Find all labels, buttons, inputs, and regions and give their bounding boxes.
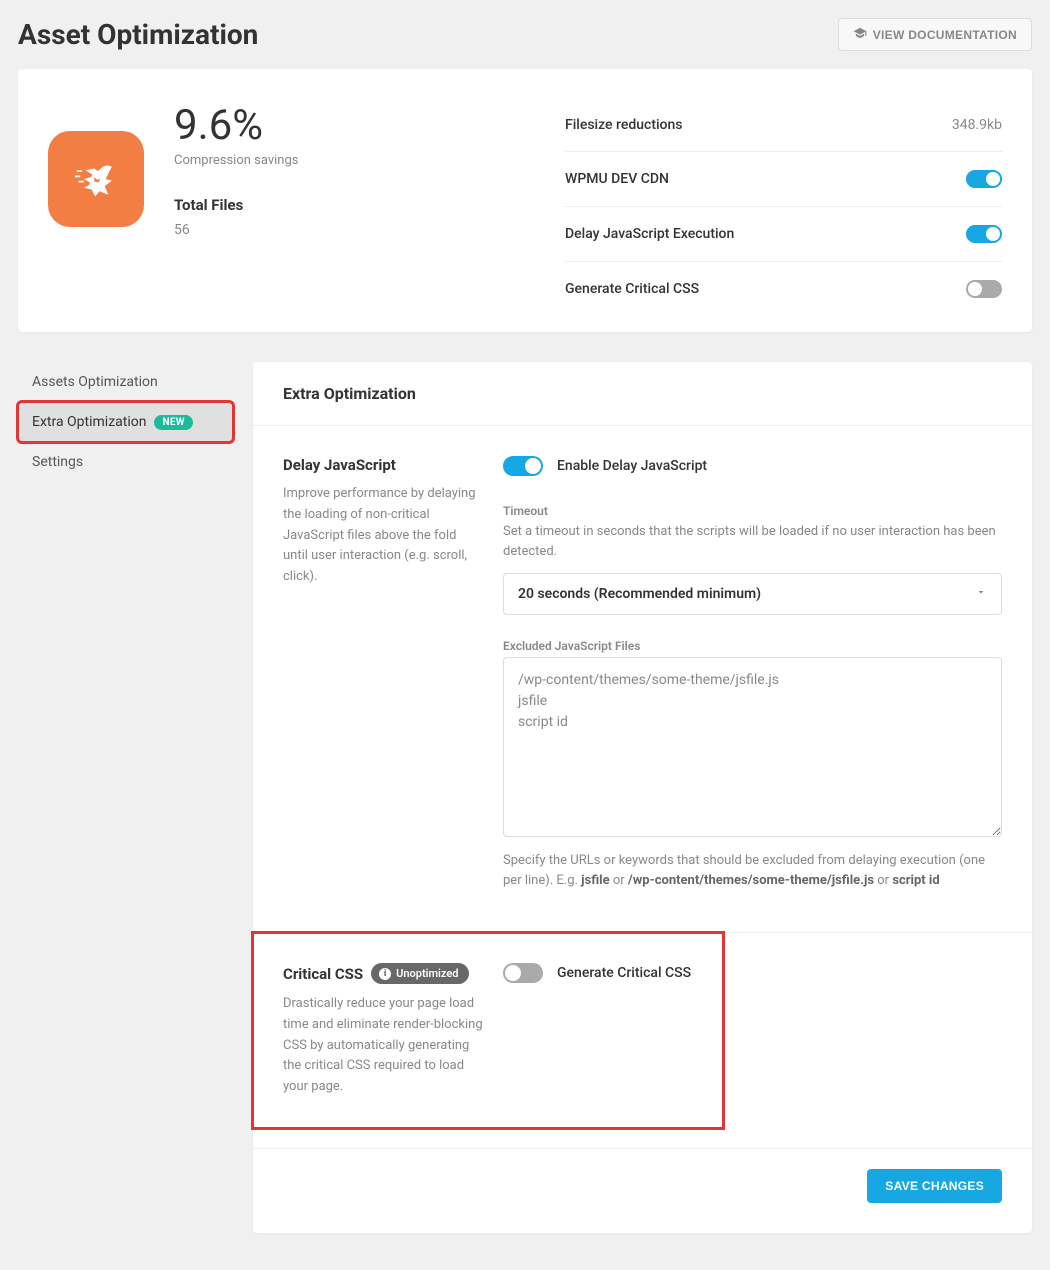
stat-value: 348.9kb [952, 117, 1002, 133]
new-badge: NEW [154, 415, 192, 430]
stat-row-filesize: Filesize reductions 348.9kb [565, 99, 1002, 152]
summary-card: 9.6% Compression savings Total Files 56 … [18, 69, 1032, 332]
unoptimized-badge: i Unoptimized [371, 963, 468, 984]
critical-css-desc: Drastically reduce your page load time a… [283, 994, 483, 1098]
doc-button-label: VIEW DOCUMENTATION [873, 28, 1017, 42]
delay-js-desc: Improve performance by delaying the load… [283, 484, 483, 588]
sidebar-item-label: Assets Optimization [32, 374, 158, 390]
info-icon: i [379, 968, 391, 980]
toggle-cdn[interactable] [966, 170, 1002, 188]
toggle-enable-delay-js[interactable] [503, 456, 543, 476]
compression-percent: 9.6% [174, 105, 298, 147]
sidebar-item-assets-optimization[interactable]: Assets Optimization [18, 362, 233, 402]
toggle-critical-css-summary[interactable] [966, 280, 1002, 298]
critical-css-title: Critical CSS [283, 965, 363, 983]
save-changes-button[interactable]: SAVE CHANGES [867, 1169, 1002, 1203]
sidebar-item-label: Extra Optimization [32, 414, 146, 430]
timeout-label: Timeout [503, 504, 1002, 518]
total-files-value: 56 [174, 222, 298, 238]
stat-row-delay-js: Delay JavaScript Execution [565, 207, 1002, 262]
excluded-files-textarea[interactable] [503, 657, 1002, 837]
stat-label: Delay JavaScript Execution [565, 226, 734, 242]
stat-row-cdn: WPMU DEV CDN [565, 152, 1002, 207]
excluded-label: Excluded JavaScript Files [503, 639, 1002, 653]
stat-label: Generate Critical CSS [565, 281, 699, 297]
setting-delay-js: Delay JavaScript Improve performance by … [253, 426, 1032, 933]
toggle-enable-delay-js-label: Enable Delay JavaScript [557, 458, 707, 474]
setting-critical-css: Critical CSS i Unoptimized Drastically r… [253, 933, 723, 1128]
sidebar: Assets Optimization Extra Optimization N… [18, 362, 233, 1233]
stat-row-critical-css: Generate Critical CSS [565, 262, 1002, 316]
main-title: Extra Optimization [283, 384, 1002, 403]
delay-js-title: Delay JavaScript [283, 456, 483, 474]
toggle-generate-critical-css-label: Generate Critical CSS [557, 965, 691, 981]
total-files-label: Total Files [174, 196, 298, 214]
chevron-down-icon [975, 586, 987, 602]
toggle-delay-js-summary[interactable] [966, 225, 1002, 243]
page-title: Asset Optimization [18, 18, 258, 51]
view-documentation-button[interactable]: VIEW DOCUMENTATION [838, 18, 1032, 51]
sidebar-item-extra-optimization[interactable]: Extra Optimization NEW [18, 402, 233, 442]
main-panel: Extra Optimization Delay JavaScript Impr… [253, 362, 1032, 1233]
excluded-help: Specify the URLs or keywords that should… [503, 851, 1002, 890]
sidebar-item-settings[interactable]: Settings [18, 442, 233, 482]
stat-label: Filesize reductions [565, 117, 683, 133]
compression-percent-label: Compression savings [174, 153, 298, 168]
hummingbird-app-icon [48, 131, 144, 227]
timeout-help: Set a timeout in seconds that the script… [503, 522, 1002, 561]
stat-label: WPMU DEV CDN [565, 171, 669, 187]
timeout-select-value: 20 seconds (Recommended minimum) [518, 586, 761, 602]
toggle-generate-critical-css[interactable] [503, 963, 543, 983]
sidebar-item-label: Settings [32, 454, 83, 470]
timeout-select[interactable]: 20 seconds (Recommended minimum) [503, 573, 1002, 615]
unoptimized-badge-label: Unoptimized [396, 967, 458, 980]
graduation-cap-icon [853, 26, 867, 43]
